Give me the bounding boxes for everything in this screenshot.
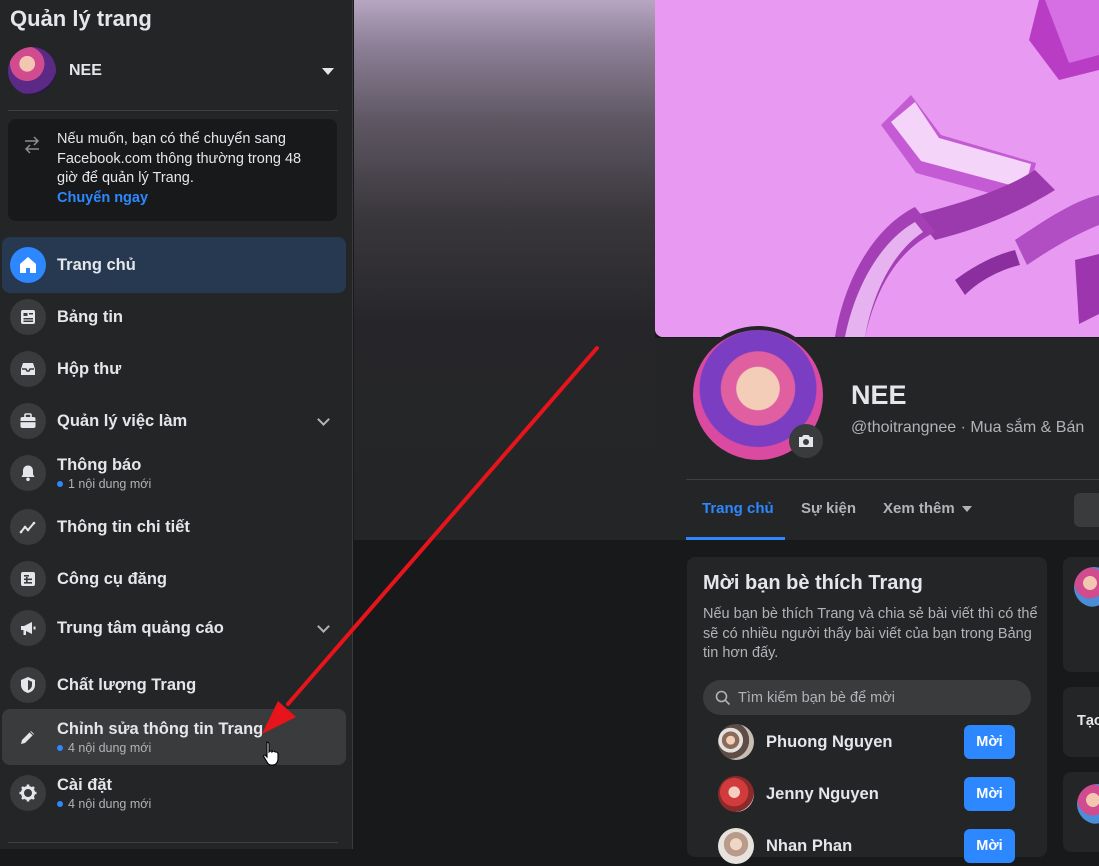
sidebar-item-label: Bảng tin	[57, 307, 123, 326]
tab-events[interactable]: Sự kiện	[801, 500, 856, 517]
friend-name: Phuong Nguyen	[766, 732, 893, 751]
cover-photo[interactable]	[655, 0, 1099, 337]
switch-notice-text: Nếu muốn, bạn có thể chuyển sang Faceboo…	[57, 131, 302, 186]
news-feed-icon	[10, 299, 46, 335]
create-post-label: Tạo	[1077, 713, 1099, 729]
sidebar-item-page-quality[interactable]: Chất lượng Trang	[2, 657, 346, 713]
page-title: NEE	[851, 380, 907, 410]
sidebar-item-label: Trung tâm quảng cáo	[57, 618, 224, 637]
switch-notice: Nếu muốn, bạn có thể chuyển sang Faceboo…	[8, 119, 337, 221]
invite-card-description: Nếu bạn bè thích Trang và chia sẻ bài vi…	[703, 606, 1038, 661]
hand-cursor-icon	[262, 740, 280, 771]
divider	[8, 110, 338, 111]
main-content: NEE @thoitrangnee · Mua sắm & Bán Trang …	[354, 0, 1099, 864]
tab-action-button[interactable]	[1074, 493, 1099, 527]
new-content-badge: 4 nội dung mới	[57, 741, 263, 755]
avatar	[1077, 784, 1099, 824]
new-content-badge: 4 nội dung mới	[57, 797, 151, 811]
sidebar-item-label: Thông tin chi tiết	[57, 517, 190, 536]
avatar	[718, 828, 754, 864]
sidebar-item-edit-page-info[interactable]: Chỉnh sửa thông tin Trang 4 nội dung mới	[2, 709, 346, 765]
page-avatar	[8, 47, 56, 95]
sidebar-item-publishing-tools[interactable]: Công cụ đăng	[2, 551, 346, 607]
sidebar-item-settings[interactable]: Cài đặt 4 nội dung mới	[2, 765, 346, 821]
page-handle-category: @thoitrangnee · Mua sắm & Bán	[851, 419, 1085, 436]
bell-icon	[10, 455, 46, 491]
sidebar-item-news-feed[interactable]: Bảng tin	[2, 289, 346, 345]
invite-button[interactable]: Mời	[964, 725, 1015, 759]
page-switcher[interactable]: NEE	[8, 45, 338, 97]
sidebar-item-inbox[interactable]: Hộp thư	[2, 341, 346, 397]
sidebar-item-label: Công cụ đăng	[57, 569, 167, 588]
list-item: Nhan Phan Mời	[718, 826, 1018, 866]
search-placeholder: Tìm kiếm bạn bè để mời	[738, 689, 895, 706]
invite-card-title: Mời bạn bè thích Trang	[703, 572, 923, 594]
caret-down-icon	[322, 67, 334, 75]
sidebar-item-label: Thông báo	[57, 455, 142, 474]
sidebar-item-label: Cài đặt	[57, 775, 113, 794]
search-icon	[715, 690, 731, 705]
sidebar-item-jobs[interactable]: Quản lý việc làm	[2, 393, 346, 449]
tab-more[interactable]: Xem thêm	[883, 500, 972, 517]
pencil-icon	[10, 719, 46, 755]
avatar	[718, 724, 754, 760]
friend-name: Jenny Nguyen	[766, 784, 879, 803]
insights-icon	[10, 509, 46, 545]
list-item: Jenny Nguyen Mời	[718, 774, 1018, 814]
briefcase-icon	[10, 403, 46, 439]
sidebar-item-label: Hộp thư	[57, 359, 122, 378]
swap-arrows-icon	[22, 135, 44, 157]
create-post-card[interactable]: Tạo	[1063, 687, 1099, 757]
side-card	[1063, 772, 1099, 852]
divider	[686, 479, 1099, 480]
publishing-tools-icon	[10, 561, 46, 597]
chevron-down-icon[interactable]	[317, 620, 330, 633]
list-item: Phuong Nguyen Mời	[718, 722, 1018, 762]
cover-background	[354, 0, 655, 540]
sidebar-item-notifications[interactable]: Thông báo 1 nội dung mới	[2, 445, 346, 501]
sidebar-item-ad-center[interactable]: Trung tâm quảng cáo	[2, 600, 346, 656]
sidebar-item-label: Trang chủ	[57, 255, 136, 274]
invite-button[interactable]: Mời	[964, 829, 1015, 863]
camera-icon[interactable]	[789, 424, 823, 458]
avatar	[1074, 567, 1099, 607]
shield-icon	[10, 667, 46, 703]
side-card	[1063, 557, 1099, 672]
caret-down-icon	[961, 506, 972, 513]
active-tab-indicator	[686, 537, 785, 540]
friend-name: Nhan Phan	[766, 836, 853, 855]
divider	[8, 842, 338, 843]
gear-icon	[10, 775, 46, 811]
invite-friends-card: Mời bạn bè thích Trang Nếu bạn bè thích …	[687, 557, 1047, 864]
sidebar-item-insights[interactable]: Thông tin chi tiết	[2, 499, 346, 555]
home-icon	[10, 247, 46, 283]
new-content-badge: 1 nội dung mới	[57, 477, 151, 491]
megaphone-icon	[10, 610, 46, 646]
friend-search-input[interactable]: Tìm kiếm bạn bè để mời	[703, 680, 1031, 715]
sidebar: Quản lý trang NEE Nếu muốn, bạn có thể c…	[0, 0, 353, 849]
page-switcher-name: NEE	[69, 62, 102, 79]
switch-now-link[interactable]: Chuyển ngay	[57, 190, 325, 206]
inbox-icon	[10, 351, 46, 387]
avatar	[718, 776, 754, 812]
invite-button[interactable]: Mời	[964, 777, 1015, 811]
sidebar-item-label: Chất lượng Trang	[57, 675, 197, 694]
chevron-down-icon[interactable]	[317, 413, 330, 426]
sidebar-title: Quản lý trang	[10, 6, 152, 31]
sidebar-item-home[interactable]: Trang chủ	[2, 237, 346, 293]
sidebar-item-label: Quản lý việc làm	[57, 411, 188, 430]
sidebar-item-label: Chỉnh sửa thông tin Trang	[57, 719, 264, 738]
tab-home[interactable]: Trang chủ	[702, 500, 774, 517]
